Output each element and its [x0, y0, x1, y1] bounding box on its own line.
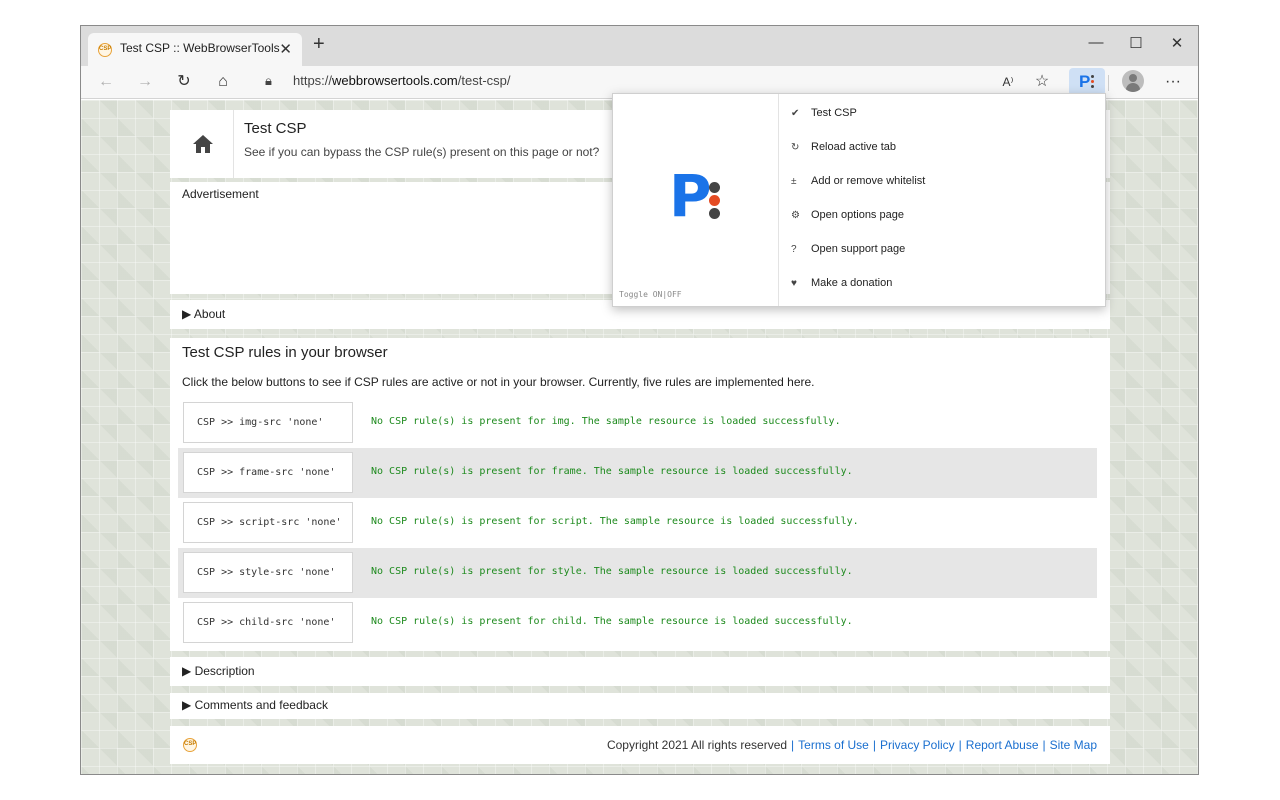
menu-whitelist[interactable]: ± Add or remove whitelist [789, 175, 925, 195]
footer-links: Copyright 2021 All rights reserved | Terms… [606, 738, 1097, 752]
extension-icon[interactable]: P [1069, 68, 1105, 96]
check-icon: ✔ [791, 108, 800, 119]
minimize-icon[interactable]: — [1081, 34, 1111, 51]
advertisement-label: Advertisement [182, 187, 259, 201]
csp-test-panel: Test CSP rules in your browser Click the… [170, 338, 1110, 651]
close-tab-icon[interactable]: ✕ [279, 40, 292, 58]
home-icon[interactable]: ⌂ [212, 71, 234, 93]
csp-frame-button[interactable]: CSP >> frame-src 'none' [183, 452, 353, 493]
privacy-link[interactable]: Privacy Policy [880, 738, 955, 752]
menu-reload-tab[interactable]: ↻ Reload active tab [789, 141, 896, 161]
description-section[interactable]: ▶ Description [170, 657, 1110, 686]
csp-child-button[interactable]: CSP >> child-src 'none' [183, 602, 353, 643]
more-icon[interactable]: ··· [1162, 71, 1184, 93]
url-path: /test-csp/ [457, 73, 511, 88]
rule-row: CSP >> script-src 'none' No CSP rule(s) … [178, 498, 1097, 548]
rule-status: No CSP rule(s) is present for img. The s… [371, 416, 841, 427]
comments-section[interactable]: ▶ Comments and feedback [170, 693, 1110, 719]
popup-logo-panel[interactable]: P Toggle ON|OFF [613, 94, 779, 306]
rule-row: CSP >> img-src 'none' No CSP rule(s) is … [178, 398, 1097, 448]
profile-icon[interactable] [1122, 70, 1144, 92]
report-abuse-link[interactable]: Report Abuse [966, 738, 1039, 752]
copyright-text: Copyright 2021 All rights reserved [606, 738, 788, 752]
maximize-icon[interactable]: ☐ [1121, 34, 1151, 52]
menu-test-csp[interactable]: ✔ Test CSP [789, 107, 857, 127]
back-icon[interactable]: ← [95, 71, 117, 93]
house-icon [193, 135, 213, 153]
csp-img-button[interactable]: CSP >> img-src 'none' [183, 402, 353, 443]
page-subtitle: See if you can bypass the CSP rule(s) pr… [244, 145, 600, 159]
favorites-icon[interactable]: ☆ [1031, 71, 1053, 93]
footer: CSP Copyright 2021 All rights reserved | T… [170, 726, 1110, 764]
read-aloud-icon[interactable]: A⁾ [997, 71, 1019, 93]
site-logo-icon[interactable]: CSP [183, 738, 197, 752]
favicon-icon: CSP [98, 43, 112, 57]
terms-link[interactable]: Terms of Use [798, 738, 869, 752]
toggle-label[interactable]: Toggle ON|OFF [619, 290, 682, 299]
main-title: Test CSP rules in your browser [182, 344, 388, 361]
title-bar: CSP Test CSP :: WebBrowserTools ✕ + — ☐ … [81, 26, 1198, 66]
rule-status: No CSP rule(s) is present for style. The… [371, 566, 853, 577]
browser-window: CSP Test CSP :: WebBrowserTools ✕ + — ☐ … [80, 25, 1199, 775]
menu-support[interactable]: ? Open support page [789, 243, 905, 263]
gear-icon: ⚙ [791, 210, 800, 221]
rule-status: No CSP rule(s) is present for script. Th… [371, 516, 859, 527]
url-scheme: https:// [293, 73, 333, 88]
question-icon: ? [791, 244, 797, 255]
lock-icon[interactable]: 🔒︎ [265, 73, 272, 89]
rule-status: No CSP rule(s) is present for child. The… [371, 616, 853, 627]
tab-title: Test CSP :: WebBrowserTools [120, 41, 280, 55]
extension-popup: P Toggle ON|OFF ✔ Test CSP ↻ Reload active… [612, 93, 1106, 307]
description-label: Description [194, 664, 255, 678]
rule-row: CSP >> frame-src 'none' No CSP rule(s) i… [178, 448, 1097, 498]
rule-row: CSP >> child-src 'none' No CSP rule(s) i… [178, 598, 1097, 648]
home-link[interactable] [170, 110, 234, 178]
address-bar[interactable]: https://webbrowsertools.com/test-csp/ [293, 73, 511, 88]
new-tab-icon[interactable]: + [313, 34, 325, 54]
rule-status: No CSP rule(s) is present for frame. The… [371, 466, 853, 477]
close-window-icon[interactable]: ✕ [1162, 34, 1192, 52]
csp-style-button[interactable]: CSP >> style-src 'none' [183, 552, 353, 593]
rule-row: CSP >> style-src 'none' No CSP rule(s) i… [178, 548, 1097, 598]
extension-logo-icon: P [669, 162, 712, 230]
about-label: About [193, 307, 226, 321]
csp-script-button[interactable]: CSP >> script-src 'none' [183, 502, 353, 543]
url-host: webbrowsertools.com [332, 73, 458, 88]
heart-icon: ♥ [791, 278, 797, 289]
page-title: Test CSP [244, 120, 307, 137]
plus-minus-icon: ± [791, 176, 797, 187]
main-description: Click the below buttons to see if CSP ru… [182, 375, 815, 389]
comments-label: Comments and feedback [194, 698, 328, 712]
menu-donation[interactable]: ♥ Make a donation [789, 277, 892, 297]
forward-icon[interactable]: → [134, 71, 156, 93]
menu-options[interactable]: ⚙ Open options page [789, 209, 904, 229]
reload-icon: ↻ [791, 142, 800, 153]
refresh-icon[interactable]: ↻ [173, 71, 195, 93]
site-map-link[interactable]: Site Map [1050, 738, 1097, 752]
browser-tab[interactable]: CSP Test CSP :: WebBrowserTools ✕ [88, 33, 302, 66]
